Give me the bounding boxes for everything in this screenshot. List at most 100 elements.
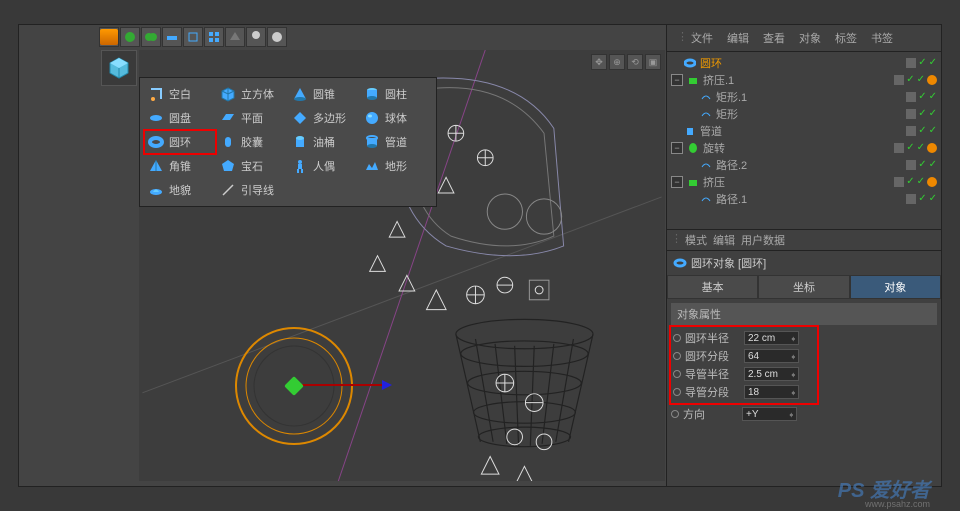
prim-disc[interactable]: 圆盘: [144, 106, 216, 130]
prim-label: 人偶: [313, 158, 335, 174]
tree-item-extrude1[interactable]: − 挤压.1 ✓✓: [667, 71, 941, 88]
vp-max-icon[interactable]: ▣: [645, 54, 661, 70]
pipe-radius-input[interactable]: 2.5 cm: [744, 367, 799, 381]
prim-torus[interactable]: 圆环: [144, 130, 216, 154]
ring-radius-input[interactable]: 22 cm: [744, 331, 799, 345]
cube-icon: [106, 55, 132, 81]
tool-btn-1[interactable]: [99, 27, 119, 47]
collapse-icon[interactable]: −: [671, 142, 683, 154]
tool-btn-5[interactable]: [183, 27, 203, 47]
tool-btn-3[interactable]: [141, 27, 161, 47]
prim-oiltank[interactable]: 油桶: [288, 130, 360, 154]
pipe-segments-input[interactable]: 18: [744, 385, 799, 399]
add-primitive-button[interactable]: [101, 50, 137, 86]
tree-label: 旋转: [703, 140, 725, 156]
vp-rotate-icon[interactable]: ⟲: [627, 54, 643, 70]
menu-file[interactable]: 文件: [685, 27, 719, 49]
tool-btn-2[interactable]: [120, 27, 140, 47]
right-panel: ⋮⋮ 文件 编辑 查看 对象 标签 书签 圆环 ✓✓ − 挤压.1 ✓✓: [666, 25, 941, 486]
torus-icon: [683, 56, 697, 70]
prim-capsule[interactable]: 胶囊: [216, 130, 288, 154]
spline-icon: [699, 158, 713, 172]
tab-basic[interactable]: 基本: [667, 275, 758, 299]
oiltank-icon: [291, 133, 309, 151]
prim-pyramid[interactable]: 角锥: [144, 154, 216, 178]
tree-item-rect[interactable]: 矩形 ✓✓: [667, 105, 941, 122]
torus-icon: [673, 256, 687, 270]
tool-btn-9[interactable]: [267, 27, 287, 47]
prim-platonic[interactable]: 宝石: [216, 154, 288, 178]
prim-cone[interactable]: 圆锥: [288, 82, 360, 106]
prim-label: 胶囊: [241, 134, 263, 150]
prop-orientation: 方向 +Y: [671, 405, 937, 423]
collapse-icon[interactable]: −: [671, 74, 683, 86]
prim-label: 油桶: [313, 134, 335, 150]
prim-sphere[interactable]: 球体: [360, 106, 432, 130]
extrude-icon: [686, 175, 700, 189]
selected-object-title: 圆环对象 [圆环]: [667, 251, 941, 275]
vp-pan-icon[interactable]: ✥: [591, 54, 607, 70]
plane-icon: [219, 109, 237, 127]
attribute-tabs: 基本 坐标 对象: [667, 275, 941, 299]
prim-label: 球体: [385, 110, 407, 126]
prim-label: 立方体: [241, 86, 274, 102]
attr-userdata[interactable]: 用户数据: [741, 232, 785, 248]
props-header: 对象属性: [671, 303, 937, 325]
prim-null[interactable]: 空白: [144, 82, 216, 106]
figure-icon: [291, 157, 309, 175]
torus-icon: [147, 133, 165, 151]
prop-ring-radius: 圆环半径 22 cm: [673, 329, 815, 347]
ring-segments-input[interactable]: 64: [744, 349, 799, 363]
tree-item-lathe[interactable]: − 旋转 ✓✓: [667, 139, 941, 156]
object-tree[interactable]: 圆环 ✓✓ − 挤压.1 ✓✓ 矩形.1 ✓✓ 矩形 ✓✓: [667, 52, 941, 209]
menu-object[interactable]: 对象: [793, 27, 827, 49]
tree-item-path1[interactable]: 路径.1 ✓✓: [667, 190, 941, 207]
tab-object[interactable]: 对象: [850, 275, 941, 299]
spline-icon: [699, 107, 713, 121]
tree-label: 路径.1: [716, 191, 747, 207]
prim-label: 空白: [169, 86, 191, 102]
tree-item-torus[interactable]: 圆环 ✓✓: [667, 54, 941, 71]
prim-relief[interactable]: 地貌: [144, 178, 216, 202]
tool-btn-8[interactable]: [246, 27, 266, 47]
prim-tube[interactable]: 管道: [360, 130, 432, 154]
prim-landscape[interactable]: 地形: [360, 154, 432, 178]
prop-pipe-radius: 导管半径 2.5 cm: [673, 365, 815, 383]
tree-item-extrude[interactable]: − 挤压 ✓✓: [667, 173, 941, 190]
attr-edit[interactable]: 编辑: [713, 232, 735, 248]
prim-cylinder[interactable]: 圆柱: [360, 82, 432, 106]
menu-bookmarks[interactable]: 书签: [865, 27, 899, 49]
tree-label: 管道: [700, 123, 722, 139]
prim-figure[interactable]: 人偶: [288, 154, 360, 178]
extrude-icon: [686, 73, 700, 87]
prim-plane[interactable]: 平面: [216, 106, 288, 130]
tree-item-tube[interactable]: 管道 ✓✓: [667, 122, 941, 139]
tab-coord[interactable]: 坐标: [758, 275, 849, 299]
tree-label: 矩形: [716, 106, 738, 122]
null-icon: [147, 85, 165, 103]
orientation-select[interactable]: +Y: [742, 407, 797, 421]
prim-polygon[interactable]: 多边形: [288, 106, 360, 130]
vp-zoom-icon[interactable]: ⊕: [609, 54, 625, 70]
prim-guide[interactable]: 引导线: [216, 178, 288, 202]
tool-btn-7[interactable]: [225, 27, 245, 47]
guide-icon: [219, 181, 237, 199]
menu-tags[interactable]: 标签: [829, 27, 863, 49]
attr-mode[interactable]: 模式: [685, 232, 707, 248]
cylinder-icon: [363, 85, 381, 103]
menu-edit[interactable]: 编辑: [721, 27, 755, 49]
tree-item-rect1[interactable]: 矩形.1 ✓✓: [667, 88, 941, 105]
prim-cube[interactable]: 立方体: [216, 82, 288, 106]
top-toolbar: [99, 27, 287, 47]
prim-label: 地貌: [169, 182, 191, 198]
tree-label: 矩形.1: [716, 89, 747, 105]
axis-x[interactable]: [294, 384, 384, 386]
spline-icon: [699, 90, 713, 104]
collapse-icon[interactable]: −: [671, 176, 683, 188]
prim-label: 圆锥: [313, 86, 335, 102]
tree-item-path2[interactable]: 路径.2 ✓✓: [667, 156, 941, 173]
tool-btn-4[interactable]: [162, 27, 182, 47]
tool-btn-6[interactable]: [204, 27, 224, 47]
landscape-icon: [363, 157, 381, 175]
menu-view[interactable]: 查看: [757, 27, 791, 49]
